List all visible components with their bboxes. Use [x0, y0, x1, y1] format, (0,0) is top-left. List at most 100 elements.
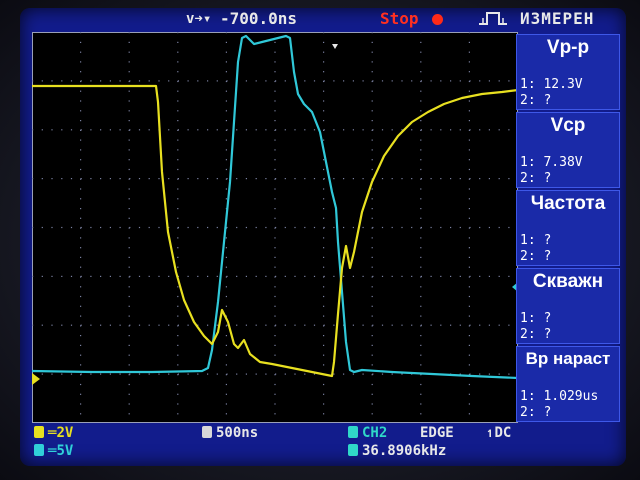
graticule-dot: [236, 275, 238, 277]
graticule-dot: [371, 188, 373, 190]
graticule-dot: [255, 178, 257, 180]
ch1-ground-marker[interactable]: [32, 373, 40, 385]
graticule-dot: [401, 324, 403, 326]
graticule-dot: [294, 275, 296, 277]
graticule-dot: [32, 178, 34, 180]
timebase[interactable]: 500ns: [202, 424, 258, 442]
graticule-dot: [323, 226, 325, 229]
graticule-dot: [90, 324, 92, 326]
graticule-dot: [274, 71, 276, 73]
graticule-dot: [352, 80, 354, 82]
graticule-dot: [177, 217, 179, 219]
graticule-dot: [323, 188, 325, 190]
graticule-dot: [255, 80, 257, 82]
measurement-duty[interactable]: Скважн 1: ? 2: ?: [516, 268, 620, 344]
graticule-dot: [128, 32, 130, 34]
graticule-dot: [138, 373, 141, 375]
graticule-dot: [371, 120, 373, 122]
graticule-dot: [80, 247, 82, 249]
graticule-dot: [459, 178, 461, 180]
graticule-dot: [391, 373, 393, 375]
graticule-dot: [177, 159, 179, 161]
graticule-dot: [80, 100, 82, 102]
graticule-dot: [420, 32, 422, 34]
graticule-dot: [294, 178, 296, 180]
graticule-dot: [275, 226, 277, 229]
graticule-dot: [284, 373, 286, 375]
graticule-dot: [323, 413, 325, 415]
measurement-frequency[interactable]: Частота 1: ? 2: ?: [516, 190, 620, 266]
graticule-dot: [225, 198, 227, 200]
waveform-display: [32, 32, 518, 423]
graticule-dot: [129, 178, 131, 180]
graticule-dot: [128, 247, 130, 249]
graticule-dot: [80, 324, 82, 326]
graticule-dot: [468, 51, 470, 53]
graticule-dot: [119, 129, 121, 131]
measurement-vcp[interactable]: Vcp 1: 7.38V 2: ?: [516, 112, 620, 188]
graticule-dot: [148, 178, 150, 180]
graticule-dot: [391, 178, 393, 180]
graticule-dot: [304, 129, 306, 131]
measurement-rise-time[interactable]: Вр нараст 1: 1.029us 2: ?: [516, 346, 620, 422]
graticule-dot: [420, 226, 422, 229]
graticule-dot: [323, 41, 325, 43]
graticule-dot: [275, 373, 277, 375]
graticule-dot: [468, 71, 470, 73]
graticule-dot: [80, 41, 82, 43]
graticule-dot: [372, 129, 374, 131]
trigger-coupling[interactable]: ↿DC: [486, 424, 511, 442]
graticule-dot: [177, 80, 179, 82]
trigger-mode[interactable]: EDGE: [420, 424, 454, 442]
graticule-dot: [479, 324, 481, 326]
graticule-dot: [255, 324, 257, 326]
graticule-dot: [420, 247, 422, 249]
graticule-dot: [119, 80, 121, 82]
graticule-dot: [468, 403, 470, 405]
measurement-ch2-value: 2: ?: [520, 327, 552, 342]
graticule-dot: [274, 188, 276, 190]
graticule-dot: [70, 129, 73, 131]
graticule-dot: [362, 129, 364, 131]
graticule-dot: [323, 120, 325, 122]
graticule-dot: [225, 149, 227, 151]
graticule-dot: [420, 110, 422, 112]
graticule-dot: [274, 217, 276, 219]
graticule-dot: [177, 90, 179, 92]
trigger-source[interactable]: CH2: [348, 424, 387, 442]
run-state-label[interactable]: Stop: [380, 9, 419, 29]
graticule-dot: [80, 354, 82, 356]
graticule-dot: [420, 344, 422, 346]
ch2-scale[interactable]: ═5V: [34, 442, 73, 460]
graticule-dot: [177, 226, 179, 229]
graticule-dot: [129, 129, 131, 131]
graticule-dot: [381, 275, 384, 277]
graticule-dot: [323, 247, 325, 249]
graticule-dot: [225, 237, 227, 239]
measurement-vpp[interactable]: Vp-p 1: 12.3V 2: ?: [516, 34, 620, 110]
graticule-dot: [177, 393, 179, 395]
graticule-dot: [148, 129, 150, 131]
graticule-dot: [274, 159, 276, 161]
graticule-dot: [274, 208, 276, 210]
graticule-dot: [177, 305, 179, 307]
graticule-dot: [275, 275, 277, 277]
graticule-dot: [197, 373, 199, 375]
graticule-dot: [440, 129, 442, 131]
graticule-dot: [371, 295, 373, 298]
graticule-dot: [468, 149, 470, 151]
graticule-dot: [80, 198, 82, 200]
graticule-dot: [420, 100, 422, 102]
graticule-dot: [274, 315, 276, 317]
graticule-dot: [274, 168, 276, 171]
graticule-dot: [323, 237, 325, 239]
graticule-dot: [226, 324, 228, 326]
trigger-time-marker[interactable]: [332, 44, 338, 49]
graticule-dot: [420, 71, 422, 73]
graticule-dot: [216, 226, 218, 229]
graticule-dot: [430, 178, 432, 180]
graticule-dot: [274, 393, 276, 395]
graticule-dot: [275, 324, 277, 326]
graticule-dot: [119, 373, 121, 375]
ch1-scale[interactable]: ═2V: [34, 424, 73, 442]
